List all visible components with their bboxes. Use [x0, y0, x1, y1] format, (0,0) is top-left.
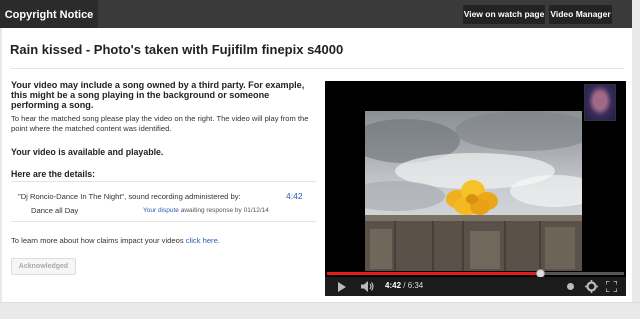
notice-panel: Rain kissed - Photo's taken with Fujifil… — [2, 28, 632, 302]
play-icon[interactable] — [338, 282, 346, 292]
player-controls: 4:42 / 6:34 — [325, 277, 626, 296]
claim-match-time-link[interactable]: 4:42 — [286, 191, 303, 201]
click-here-link[interactable]: click here. — [186, 236, 220, 245]
top-bar: Copyright Notice View on watch page Vide… — [0, 0, 632, 28]
captions-icon[interactable] — [567, 283, 574, 290]
video-title: Rain kissed - Photo's taken with Fujifil… — [10, 42, 344, 57]
learn-more-text: To learn more about how claims impact yo… — [11, 236, 220, 245]
learn-more-label: To learn more about how claims impact yo… — [11, 236, 186, 245]
fullscreen-icon[interactable] — [606, 281, 617, 292]
dispute-status-text: awaiting response by 01/12/14 — [180, 207, 269, 214]
copyright-notice-page: Copyright Notice View on watch page Vide… — [0, 0, 640, 319]
progress-bar[interactable] — [327, 269, 624, 278]
video-player[interactable]: 4:42 / 6:34 — [325, 81, 626, 296]
total-time: 6:34 — [407, 281, 424, 290]
title-divider — [10, 68, 624, 69]
video-manager-button[interactable]: Video Manager — [549, 5, 612, 24]
video-frame[interactable] — [365, 111, 582, 271]
availability-status: Your video is available and playable. — [11, 147, 164, 157]
settings-icon[interactable] — [585, 280, 598, 293]
channel-avatar[interactable] — [584, 84, 616, 121]
third-party-warning: Your video may include a song owned by a… — [11, 80, 305, 110]
time-display: 4:42 / 6:34 — [385, 281, 424, 290]
your-dispute-link[interactable]: Your dispute — [143, 207, 179, 214]
view-on-watch-page-button[interactable]: View on watch page — [463, 5, 545, 24]
acknowledged-button[interactable]: Acknowledged — [11, 258, 76, 275]
video-still-image — [365, 111, 582, 271]
dispute-status: Your dispute awaiting response by 01/12/… — [143, 207, 269, 214]
claim-owner-name: Dance all Day — [31, 206, 79, 215]
current-time: 4:42 — [385, 281, 402, 290]
details-heading: Here are the details: — [11, 169, 96, 179]
page-bottom-divider — [0, 302, 640, 303]
volume-icon[interactable] — [361, 281, 375, 292]
copyright-notice-tab[interactable]: Copyright Notice — [0, 0, 98, 28]
claim-song-line: "Dj Roncio-Dance In The Night", sound re… — [18, 192, 241, 201]
progress-played — [327, 272, 540, 275]
details-divider — [11, 181, 316, 182]
details-bottom-divider — [11, 221, 316, 222]
hear-matched-song-text: To hear the matched song please play the… — [11, 114, 309, 133]
